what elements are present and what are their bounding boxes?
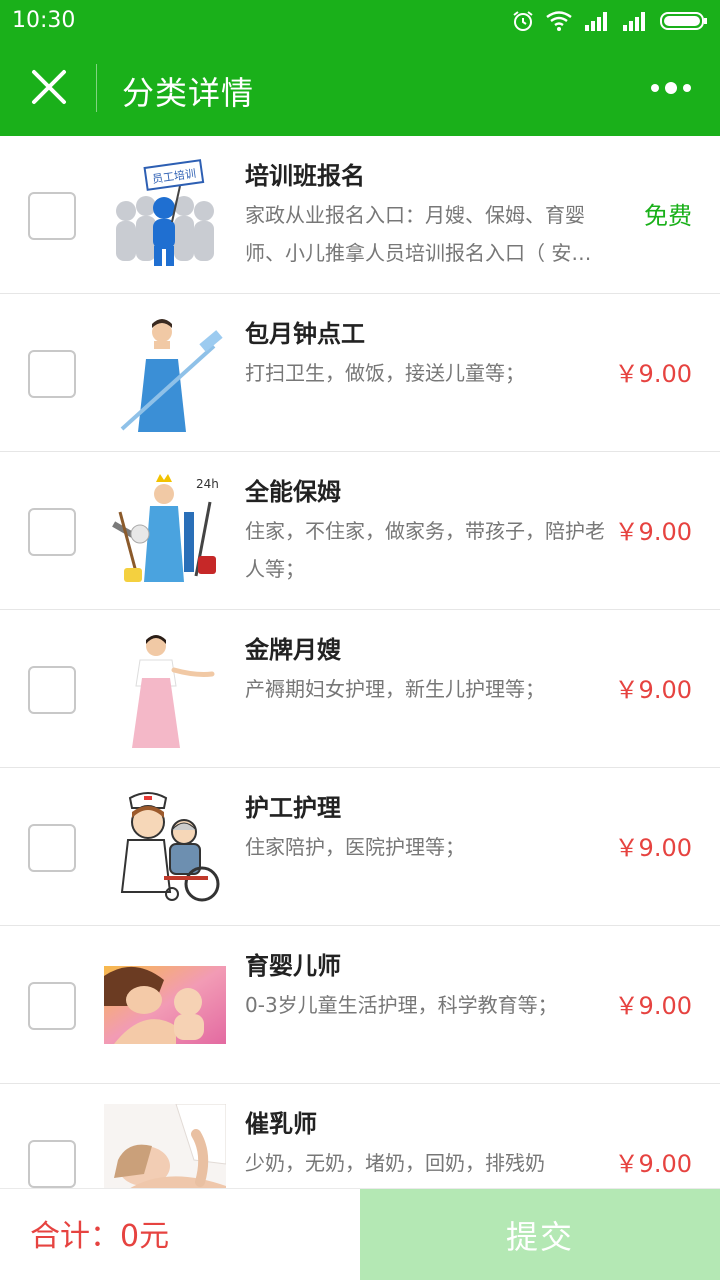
footer-bar: 合计：0元 提交 — [0, 1188, 720, 1280]
item-checkbox[interactable] — [28, 982, 76, 1030]
status-icons — [512, 8, 708, 34]
item-image — [104, 946, 226, 1064]
list-item[interactable]: 员工培训 培训班报名 家政从业报名入口：月嫂、保姆、育婴师、小儿推拿人员培训报名… — [0, 136, 720, 294]
list-item[interactable]: 包月钟点工 打扫卫生，做饭，接送儿童等； ￥9.00 — [0, 294, 720, 452]
close-icon[interactable] — [28, 66, 70, 108]
status-bar: 10:30 — [0, 0, 720, 42]
item-image: 24h — [104, 472, 226, 590]
wifi-icon — [546, 11, 572, 31]
list-item[interactable]: 护工护理 住家陪护，医院护理等； ￥9.00 — [0, 768, 720, 926]
item-price: ￥9.00 — [614, 518, 692, 546]
item-title: 包月钟点工 — [245, 320, 365, 348]
more-icon[interactable] — [650, 80, 694, 96]
submit-button[interactable]: 提交 — [360, 1189, 720, 1280]
service-list: 员工培训 培训班报名 家政从业报名入口：月嫂、保姆、育婴师、小儿推拿人员培训报名… — [0, 136, 720, 1242]
item-title: 全能保姆 — [245, 478, 341, 506]
list-item[interactable]: 24h 全能保姆 住家，不住家，做家务，带孩子，陪护老人等； ￥9.00 — [0, 452, 720, 610]
item-checkbox[interactable] — [28, 666, 76, 714]
item-image — [104, 314, 226, 432]
item-title: 护工护理 — [245, 794, 341, 822]
item-title: 催乳师 — [245, 1110, 317, 1138]
item-price: ￥9.00 — [614, 676, 692, 704]
item-image — [104, 788, 226, 906]
page-title: 分类详情 — [122, 74, 255, 112]
nav-bar: 分类详情 — [0, 42, 720, 136]
item-image: 员工培训 — [104, 156, 226, 274]
list-item[interactable]: 金牌月嫂 产褥期妇女护理，新生儿护理等； ￥9.00 — [0, 610, 720, 768]
item-desc: 少奶，无奶，堵奶，回奶，排残奶 — [245, 1151, 545, 1175]
item-checkbox[interactable] — [28, 192, 76, 240]
item-desc: 0-3岁儿童生活护理，科学教育等； — [245, 993, 558, 1017]
item-price: 免费 — [644, 202, 692, 230]
item-title: 培训班报名 — [245, 162, 365, 190]
item-image — [104, 630, 226, 748]
item-price: ￥9.00 — [614, 1150, 692, 1178]
thumb-label: 24h — [196, 477, 219, 491]
item-price: ￥9.00 — [614, 360, 692, 388]
item-checkbox[interactable] — [28, 1140, 76, 1188]
item-desc: 家政从业报名入口：月嫂、保姆、育婴师、小儿推拿人员培训报名入口（ 安… — [245, 203, 592, 265]
status-time: 10:30 — [12, 8, 76, 33]
item-price: ￥9.00 — [614, 992, 692, 1020]
alarm-icon — [513, 11, 533, 31]
item-desc: 住家陪护，医院护理等； — [245, 835, 465, 859]
item-title: 育婴儿师 — [245, 952, 341, 980]
signal-icon — [585, 12, 607, 31]
battery-icon — [660, 12, 707, 30]
item-price: ￥9.00 — [614, 834, 692, 862]
item-desc: 住家，不住家，做家务，带孩子，陪护老人等； — [245, 519, 605, 581]
item-checkbox[interactable] — [28, 824, 76, 872]
nav-divider — [96, 64, 97, 112]
item-checkbox[interactable] — [28, 350, 76, 398]
item-desc: 打扫卫生，做饭，接送儿童等； — [245, 361, 525, 385]
item-checkbox[interactable] — [28, 508, 76, 556]
list-item[interactable]: 育婴儿师 0-3岁儿童生活护理，科学教育等； ￥9.00 — [0, 926, 720, 1084]
total-amount: 合计：0元 — [30, 1219, 170, 1254]
item-title: 金牌月嫂 — [245, 636, 341, 664]
item-desc: 产褥期妇女护理，新生儿护理等； — [245, 677, 545, 701]
signal-icon — [623, 12, 645, 31]
